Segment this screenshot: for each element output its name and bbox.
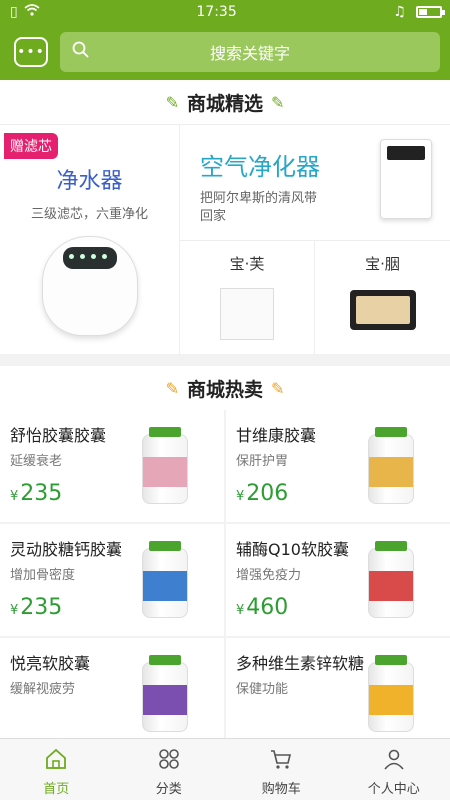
product-desc: 增加骨密度 — [10, 568, 76, 583]
tab-cart[interactable]: 购物车 — [225, 739, 338, 800]
search-input[interactable]: 搜索关键字 — [60, 32, 440, 72]
pencil-icon: ✎ — [165, 92, 179, 112]
tab-label: 首页 — [43, 782, 70, 797]
featured-section-title: ✎ 商城精选 ✎ — [0, 80, 450, 124]
baoyan-title: 宝·胭 — [365, 255, 400, 273]
status-bar: ▯ 17:35 ♫ — [0, 0, 450, 24]
hot-products-grid: 舒怡胶囊胶囊 延缓衰老 ¥235 甘维康胶囊 保肝护胃 ¥206 灵动胶糖钙胶囊… — [0, 410, 450, 750]
cart-icon — [225, 747, 338, 778]
gift-badge: 赠滤芯 — [4, 133, 58, 159]
pencil-icon: ✎ — [271, 92, 285, 112]
signal-icon: ▯ — [10, 4, 18, 20]
category-icon — [113, 747, 226, 778]
pencil-icon: ✎ — [271, 378, 285, 398]
message-icon[interactable]: ••• — [14, 37, 48, 67]
app-header: ••• 搜索关键字 — [0, 24, 450, 80]
baoyan-image — [349, 290, 416, 330]
bottom-tab-bar: 首页 分类 购物车 个人中心 — [0, 738, 450, 800]
search-placeholder: 搜索关键字 — [209, 44, 290, 63]
pencil-icon: ✎ — [165, 378, 179, 398]
user-icon — [338, 747, 450, 778]
product-desc: 保肝护胃 — [236, 454, 289, 469]
featured-grid: 赠滤芯 净水器 三级滤芯，六重净化 空气净化器 把阿尔卑斯的清风带回家 宝·芙 … — [0, 124, 450, 355]
product-image — [142, 655, 188, 732]
hot-title-text: 商城热卖 — [186, 378, 263, 401]
water-purifier-image — [41, 236, 138, 336]
wifi-icon — [24, 4, 40, 20]
tab-label: 购物车 — [261, 782, 301, 797]
air-purifier-subtitle: 把阿尔卑斯的清风带回家 — [200, 191, 318, 224]
tab-profile[interactable]: 个人中心 — [338, 739, 450, 800]
product-desc: 延缓衰老 — [10, 454, 63, 469]
product-image — [368, 541, 414, 618]
mute-icon: ♫ — [393, 4, 406, 20]
product-price: ¥235 — [10, 595, 63, 620]
featured-title-text: 商城精选 — [186, 92, 263, 115]
product-image — [368, 655, 414, 732]
product-name: 舒怡胶囊胶囊 — [10, 426, 107, 445]
section-divider — [0, 354, 450, 366]
product-name: 辅酶Q10软胶囊 — [236, 540, 349, 559]
product-desc: 保健功能 — [236, 682, 289, 697]
featured-air-purifier[interactable]: 空气净化器 把阿尔卑斯的清风带回家 — [180, 125, 450, 241]
product-card[interactable]: 悦亮软胶囊 缓解视疲劳 — [0, 638, 224, 750]
product-card[interactable]: 多种维生素锌软糖 保健功能 — [226, 638, 450, 750]
status-time: 17:35 — [196, 4, 237, 20]
battery-icon — [415, 6, 445, 18]
product-card[interactable]: 辅酶Q10软胶囊 增强免疫力 ¥460 — [226, 524, 450, 636]
product-card[interactable]: 甘维康胶囊 保肝护胃 ¥206 — [226, 410, 450, 522]
product-name: 灵动胶糖钙胶囊 — [10, 540, 123, 559]
hot-section-title: ✎ 商城热卖 ✎ — [0, 366, 450, 410]
product-card[interactable]: 舒怡胶囊胶囊 延缓衰老 ¥235 — [0, 410, 224, 522]
tab-category[interactable]: 分类 — [113, 739, 226, 800]
tab-label: 分类 — [155, 782, 182, 797]
tab-label: 个人中心 — [367, 782, 420, 797]
featured-item-baoyan[interactable]: 宝·胭 — [315, 241, 450, 355]
product-image — [368, 427, 414, 504]
product-card[interactable]: 灵动胶糖钙胶囊 增加骨密度 ¥235 — [0, 524, 224, 636]
featured-water-purifier[interactable]: 赠滤芯 净水器 三级滤芯，六重净化 — [0, 125, 180, 355]
product-name: 悦亮软胶囊 — [10, 654, 91, 673]
product-image — [142, 541, 188, 618]
baofu-image — [220, 288, 274, 340]
air-purifier-image — [380, 139, 432, 219]
product-price: ¥206 — [236, 481, 289, 506]
product-image — [142, 427, 188, 504]
featured-item-baofu[interactable]: 宝·芙 — [180, 241, 315, 355]
product-desc: 缓解视疲劳 — [10, 682, 76, 697]
product-price: ¥235 — [10, 481, 63, 506]
baofu-title: 宝·芙 — [229, 255, 265, 273]
water-purifier-title: 净水器 — [56, 169, 123, 194]
product-name: 甘维康胶囊 — [236, 426, 317, 445]
product-name: 多种维生素锌软糖 — [236, 654, 365, 673]
product-price: ¥460 — [236, 595, 289, 620]
tab-home[interactable]: 首页 — [0, 739, 113, 800]
product-desc: 增强免疫力 — [236, 568, 302, 583]
home-icon — [0, 747, 113, 778]
water-purifier-subtitle: 三级滤芯，六重净化 — [30, 207, 148, 222]
